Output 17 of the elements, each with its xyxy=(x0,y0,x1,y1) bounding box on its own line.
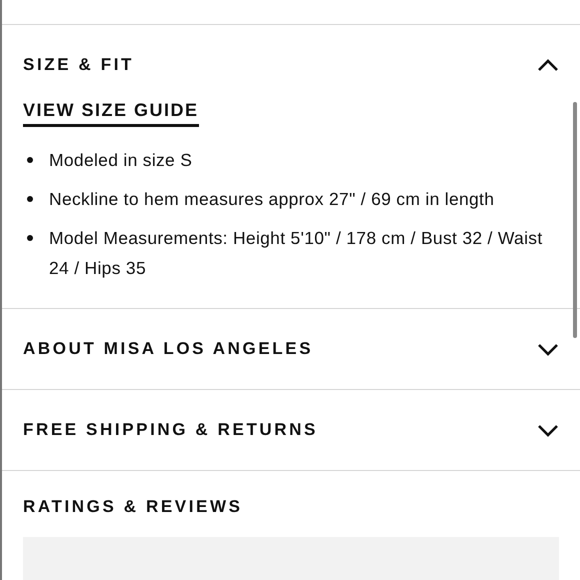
section-title: FREE SHIPPING & RETURNS xyxy=(23,420,318,440)
bullet-text: Neckline to hem measures approx 27" / 69 cm in length xyxy=(49,188,494,211)
chevron-down-icon[interactable] xyxy=(537,424,559,436)
chevron-down-icon[interactable] xyxy=(537,342,559,356)
section-title: ABOUT MISA LOS ANGELES xyxy=(23,339,314,359)
accordion-header[interactable]: ABOUT MISA LOS ANGELES xyxy=(2,309,580,389)
bullet-icon xyxy=(27,235,33,241)
chevron-up-icon[interactable] xyxy=(537,58,559,72)
section-title: SIZE & FIT xyxy=(23,55,134,75)
bullet-text: Modeled in size S xyxy=(49,149,192,172)
scrollbar[interactable] xyxy=(573,102,577,338)
bullet-icon xyxy=(27,157,33,163)
size-guide-link[interactable]: VIEW SIZE GUIDE xyxy=(23,99,199,127)
bullet-text: Model Measurements: Height 5'10" / 178 cm / Bust 32 / Waist 24 / Hips 35 xyxy=(49,227,544,280)
bullet-icon xyxy=(27,196,33,202)
section-title: RATINGS & REVIEWS xyxy=(23,496,244,518)
accordion-header[interactable]: FREE SHIPPING & RETURNS xyxy=(2,390,580,470)
